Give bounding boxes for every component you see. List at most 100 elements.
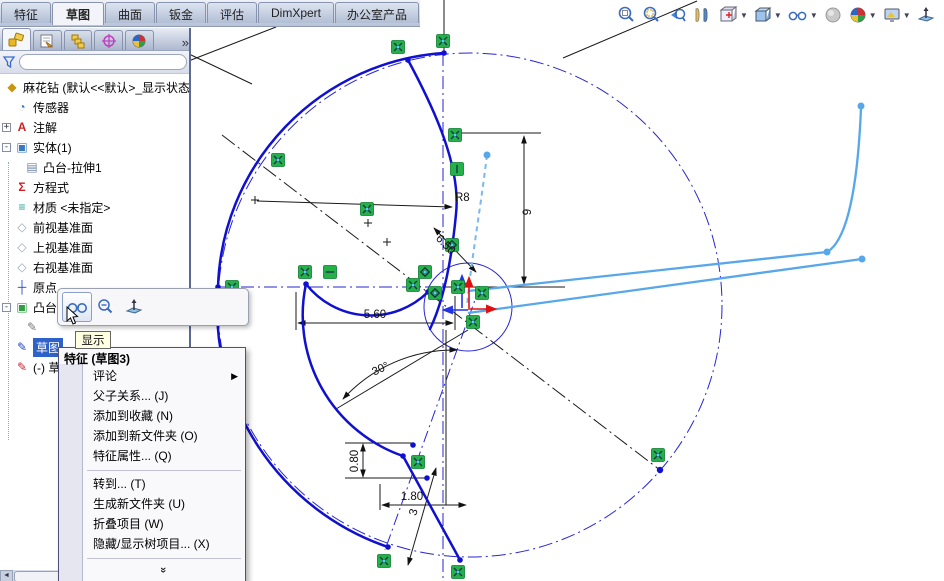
view-orientation-button[interactable]: ▼: [716, 4, 749, 26]
tree-item-label: 原点: [33, 279, 57, 296]
tree-item-材质 <未指定>[interactable]: ≡材质 <未指定>: [0, 197, 189, 217]
manager-tab-configuration-manager[interactable]: [64, 30, 93, 50]
scroll-thumb[interactable]: [14, 571, 62, 581]
angle-leg: [336, 330, 468, 409]
tree-item-凸台-拉伸1[interactable]: ▤凸台-拉伸1: [0, 157, 189, 177]
expander[interactable]: -: [2, 143, 11, 152]
edit-appearance-button[interactable]: ▼: [847, 4, 878, 26]
tree-item-传感器[interactable]: ◔传感器: [0, 97, 189, 117]
tree-item-label: 右视基准面: [33, 259, 93, 276]
tab-评估[interactable]: 评估: [207, 2, 257, 23]
relation-coincident-icon[interactable]: [361, 203, 374, 216]
plane-icon: ◇: [14, 240, 30, 255]
tab-DimXpert[interactable]: DimXpert: [258, 2, 334, 23]
sketch-relations[interactable]: [226, 35, 665, 579]
normal-to-button[interactable]: [915, 4, 937, 26]
sketch-icon: ✎: [14, 340, 30, 355]
scroll-left-button[interactable]: ◄: [0, 570, 13, 581]
relation-coincident-icon[interactable]: [272, 154, 285, 167]
sketch-pencil-icon: ✎: [24, 320, 40, 335]
menu-separator: [59, 466, 245, 474]
menu-item-父子关系... (J)[interactable]: 父子关系... (J): [59, 386, 245, 406]
relation-coincident-icon[interactable]: [476, 287, 489, 300]
relation-coincident-icon[interactable]: [652, 449, 665, 462]
tree-item-右视基准面[interactable]: ◇右视基准面: [0, 257, 189, 277]
tree-item-label: 方程式: [33, 179, 69, 196]
zoom-to-fit-button[interactable]: [616, 4, 638, 26]
boss-extrude-icon: ▤: [24, 160, 40, 175]
manager-tab-property-manager[interactable]: [33, 30, 62, 50]
tab-曲面[interactable]: 曲面: [105, 2, 155, 23]
mouse-cursor: [66, 306, 80, 326]
tab-特征[interactable]: 特征: [1, 2, 51, 23]
apply-scene-button[interactable]: ▼: [881, 4, 912, 26]
relation-coincident-icon[interactable]: [452, 281, 465, 294]
boss-extrude2-icon: ▣: [14, 300, 30, 315]
zoom-button[interactable]: [92, 293, 120, 321]
relation-coincident-icon[interactable]: [437, 35, 450, 48]
filter-input[interactable]: [19, 54, 187, 70]
relation-vertical-icon[interactable]: [451, 163, 464, 176]
menu-item-评论[interactable]: 评论▶: [59, 366, 245, 386]
relation-intersection-icon[interactable]: [419, 266, 432, 279]
tree-item-方程式[interactable]: Σ方程式: [0, 177, 189, 197]
section-view-button[interactable]: [691, 4, 713, 26]
display-style-button[interactable]: ▼: [752, 4, 783, 26]
menu-item-隐藏/显示树项目... (X)[interactable]: 隐藏/显示树项目... (X): [59, 534, 245, 554]
relation-coincident-icon[interactable]: [412, 456, 425, 469]
manager-tab-feature-manager[interactable]: [2, 28, 31, 50]
tree-item-label: 实体(1): [33, 139, 72, 156]
relation-coincident-icon[interactable]: [449, 129, 462, 142]
manager-tab-overflow[interactable]: »: [182, 35, 189, 50]
menu-item-转到... (T)[interactable]: 转到... (T): [59, 474, 245, 494]
relation-coincident-icon[interactable]: [392, 41, 405, 54]
hide-show-items-button[interactable]: ▼: [786, 4, 819, 26]
tab-办公室产品[interactable]: 办公室产品: [335, 2, 419, 23]
zoom-to-area-button[interactable]: [641, 4, 663, 26]
relation-intersection-icon[interactable]: [429, 287, 442, 300]
normal-to-icon: [124, 297, 144, 317]
tree-item-前视基准面[interactable]: ◇前视基准面: [0, 217, 189, 237]
normal-to-button[interactable]: [120, 293, 148, 321]
dimension-texts[interactable]: R8 9 6.50 5.60 30° 0.80 1.80 3: [349, 192, 534, 517]
relation-horizontal-icon[interactable]: [324, 266, 337, 279]
tooltip: 显示: [75, 331, 111, 349]
web-circle: [424, 263, 512, 351]
selected-entities[interactable]: [467, 103, 866, 314]
tree-item-label: 凸台: [33, 299, 57, 316]
shadow-button[interactable]: [822, 4, 844, 26]
dim-angle: 30°: [370, 360, 391, 378]
tab-草图[interactable]: 草图: [52, 2, 104, 25]
tree-item-上视基准面[interactable]: ◇上视基准面: [0, 237, 189, 257]
dim-web-a: 0.80: [349, 450, 361, 472]
relation-coincident-icon[interactable]: [299, 266, 312, 279]
menu-item-折叠项目 (W)[interactable]: 折叠项目 (W): [59, 514, 245, 534]
selected-endpoints: [484, 103, 866, 263]
expander[interactable]: +: [2, 123, 11, 132]
tree-item-注解[interactable]: +A注解: [0, 117, 189, 137]
menu-item-生成新文件夹 (U)[interactable]: 生成新文件夹 (U): [59, 494, 245, 514]
menu-item-添加到收藏 (N)[interactable]: 添加到收藏 (N): [59, 406, 245, 426]
relation-coincident-icon[interactable]: [452, 566, 465, 579]
tree-item-麻花钻 (默认<<默认>_显示状态[interactable]: ◆麻花钻 (默认<<默认>_显示状态: [0, 77, 189, 97]
manager-tab-dimxpert-manager[interactable]: [94, 30, 123, 50]
relation-coincident-icon[interactable]: [378, 555, 391, 568]
tree-item-label: 注解: [33, 119, 57, 136]
menu-separator: [59, 554, 245, 562]
tree-item-实体(1)[interactable]: -▣实体(1): [0, 137, 189, 157]
menu-item-特征属性... (Q)[interactable]: 特征属性... (Q): [59, 446, 245, 466]
previous-view-button[interactable]: [666, 4, 688, 26]
expander[interactable]: -: [2, 303, 11, 312]
filter-funnel-icon: [2, 55, 16, 69]
relation-coincident-icon[interactable]: [467, 316, 480, 329]
dim-height: 9: [522, 209, 534, 215]
tree-item-label: 上视基准面: [33, 239, 93, 256]
menu-expand-button[interactable]: »: [59, 562, 245, 580]
manager-tab-display-manager[interactable]: [125, 30, 154, 50]
sketch2-icon: ✎: [14, 360, 30, 375]
tab-钣金[interactable]: 钣金: [156, 2, 206, 23]
relation-coincident-icon[interactable]: [407, 279, 420, 292]
tree-item-label: 凸台-拉伸1: [43, 159, 102, 176]
plane-icon: ◇: [14, 220, 30, 235]
menu-item-添加到新文件夹 (O)[interactable]: 添加到新文件夹 (O): [59, 426, 245, 446]
